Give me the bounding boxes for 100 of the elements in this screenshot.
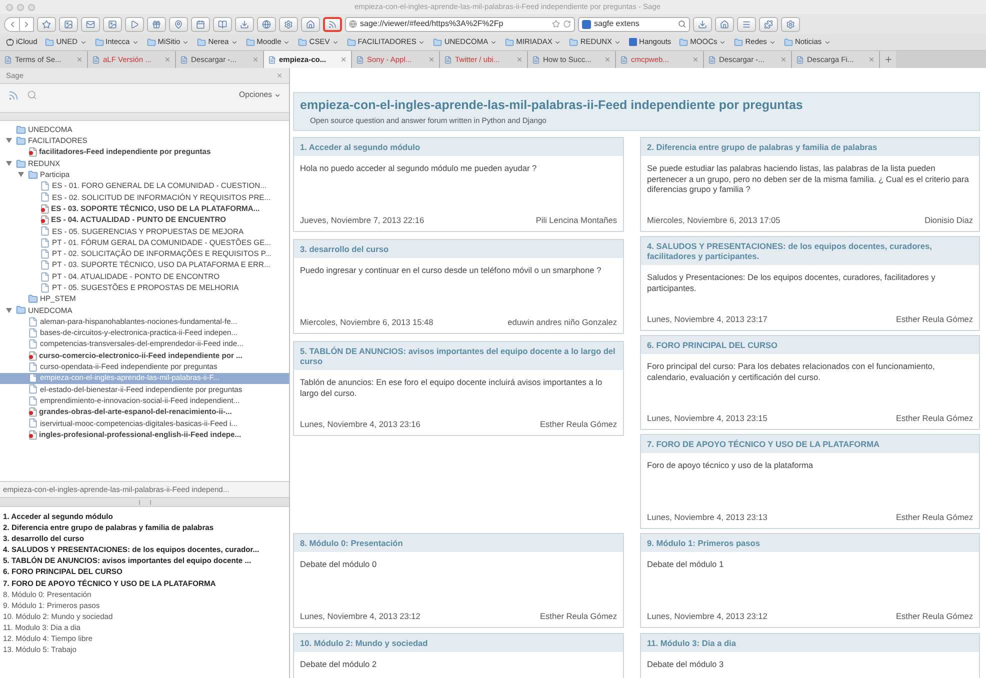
- settings-icon: [786, 20, 795, 28]
- post-date: Lunes, Noviembre 4, 2013 23:12: [647, 610, 768, 622]
- search-icon[interactable]: [678, 20, 686, 28]
- caret-icon: [132, 38, 139, 46]
- close-icon[interactable]: [604, 56, 611, 63]
- caret-icon: [719, 38, 726, 46]
- card-body: Debate del módulo 2: [299, 658, 378, 672]
- expanded-arrow-icon[interactable]: [6, 160, 12, 167]
- page-icon: [796, 56, 804, 64]
- caret-icon: [274, 92, 281, 98]
- gift-icon: [152, 20, 161, 28]
- card-body: Debate del módulo 3: [646, 658, 725, 672]
- page-icon: [40, 248, 50, 259]
- folder-icon: [146, 38, 156, 46]
- caret-icon: [490, 38, 498, 46]
- close-icon[interactable]: [76, 56, 83, 63]
- marked-page-icon: [28, 147, 37, 158]
- toolbar-button[interactable]: [81, 16, 100, 32]
- close-icon[interactable]: [516, 56, 523, 63]
- star-icon[interactable]: [552, 20, 560, 28]
- folder-icon: [16, 305, 26, 316]
- close-icon[interactable]: [780, 56, 787, 63]
- toolbar-button[interactable]: [301, 16, 320, 32]
- play-icon: [130, 20, 139, 28]
- download-icon: [698, 20, 707, 28]
- page-icon: [268, 56, 276, 64]
- forward-button[interactable]: [20, 16, 34, 32]
- forward-icon: [22, 20, 31, 28]
- expanded-arrow-icon[interactable]: [6, 138, 12, 144]
- page-icon: [40, 272, 50, 282]
- card-body: Se puede estudiar las palabras haciendo listas, las palabras de la lista pueden pertenecer a un grupo, pero no deben ser de la misma familia. ¿ Cual es el criterio para diferencias grupo y familia ?: [646, 162, 970, 196]
- caret-icon: [80, 38, 87, 46]
- gear-icon: [284, 20, 293, 28]
- toolbar-button[interactable]: [759, 16, 778, 32]
- search-field[interactable]: sagfe extens: [578, 16, 690, 32]
- post-author: Dionisio Diaz: [924, 214, 973, 226]
- page-icon: [40, 226, 50, 236]
- toolbar-button[interactable]: [103, 16, 122, 32]
- toolbar-button[interactable]: [235, 16, 254, 32]
- toolbar-button[interactable]: [693, 16, 712, 32]
- toolbar-button[interactable]: [323, 16, 342, 32]
- new-tab-button[interactable]: [880, 51, 896, 68]
- page-icon: [28, 316, 38, 327]
- toolbar-button[interactable]: [213, 16, 232, 32]
- caret-icon: [824, 38, 831, 46]
- card-body: Saludos y Presentaciones: De los equipos docentes, curadores, facilitadores y participantes.: [646, 271, 936, 295]
- close-icon[interactable]: [164, 56, 171, 63]
- page-icon: [28, 418, 38, 428]
- page-icon: [444, 56, 452, 64]
- feed-icon[interactable]: [8, 90, 19, 100]
- toolbar-button[interactable]: [37, 16, 56, 32]
- page-icon: [40, 192, 50, 202]
- close-icon[interactable]: [276, 72, 283, 79]
- globe-icon: [262, 20, 271, 28]
- marked-page-icon: [40, 204, 49, 214]
- caret-icon: [614, 38, 622, 46]
- close-icon[interactable]: [340, 56, 347, 63]
- toolbar-button[interactable]: [125, 16, 144, 32]
- toolbar-button[interactable]: [781, 16, 800, 32]
- toolbar-button[interactable]: [737, 16, 756, 32]
- splitter-grip[interactable]: [138, 500, 150, 504]
- toolbar-button[interactable]: [147, 16, 166, 32]
- toolbar-button[interactable]: [279, 16, 298, 32]
- pin-icon: [174, 20, 183, 28]
- expanded-arrow-icon[interactable]: [6, 307, 12, 314]
- post-date: Lunes, Noviembre 4, 2013 23:17: [647, 312, 768, 326]
- toolbar-button[interactable]: [257, 16, 276, 32]
- folder-icon: [734, 38, 744, 46]
- close-icon[interactable]: [252, 56, 259, 63]
- toolbar-button[interactable]: [191, 16, 210, 32]
- folder-icon: [679, 38, 688, 46]
- home-icon: [306, 20, 315, 28]
- post-date: Lunes, Noviembre 4, 2013 23:13: [647, 510, 768, 524]
- folder-icon: [28, 170, 38, 180]
- post-author: Esther Reula Gómez: [540, 418, 617, 430]
- page-icon: [92, 56, 100, 64]
- folder-icon: [16, 158, 26, 169]
- close-icon[interactable]: [692, 56, 699, 63]
- address-field[interactable]: sage://viewer/#feed/https%3A%2F%2Fp: [345, 16, 575, 32]
- mail-icon: [86, 20, 95, 28]
- card-body: Debate del módulo 0: [299, 558, 378, 572]
- expanded-arrow-icon[interactable]: [18, 172, 24, 178]
- close-icon[interactable]: [428, 56, 435, 63]
- toolbar-button[interactable]: [169, 16, 188, 32]
- folder-icon: [197, 38, 206, 46]
- caret-icon: [418, 38, 426, 46]
- post-author: Esther Reula Gómez: [540, 610, 617, 622]
- folder-icon: [346, 38, 356, 46]
- feed-title[interactable]: empieza-con-el-ingles-aprende-las-mil-palabras-ii-Feed independiente por preguntas: [300, 96, 973, 115]
- reload-icon[interactable]: [563, 20, 571, 28]
- post-author: Pili Lencina Montañes: [536, 214, 617, 226]
- search-engine-icon[interactable]: [582, 20, 591, 28]
- page-icon: [40, 181, 50, 192]
- post-date: Lunes, Noviembre 4, 2013 23:16: [300, 418, 420, 430]
- folder-icon: [433, 38, 442, 46]
- feed-icon: [328, 20, 337, 28]
- toolbar-button[interactable]: [715, 16, 734, 32]
- close-icon[interactable]: [868, 56, 875, 63]
- toolbar-button[interactable]: [59, 16, 78, 32]
- back-button[interactable]: [4, 16, 20, 32]
